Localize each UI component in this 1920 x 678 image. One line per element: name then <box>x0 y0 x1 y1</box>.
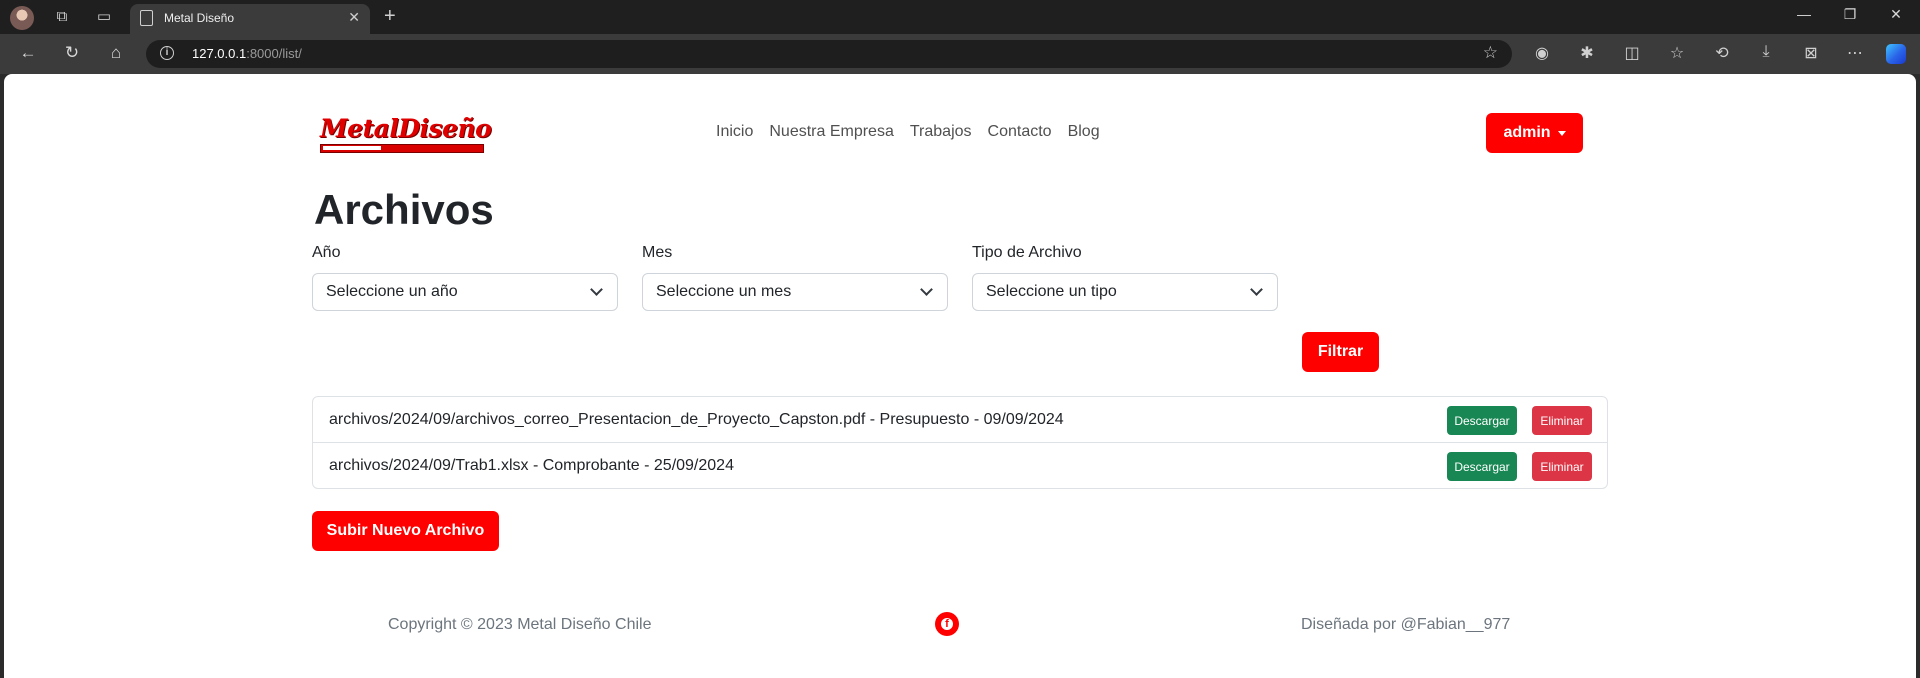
copilot-icon[interactable] <box>1886 44 1906 64</box>
download-button[interactable]: Descargar <box>1447 452 1517 481</box>
extensions-icon[interactable]: ✱ <box>1575 43 1599 63</box>
chevron-down-icon <box>1250 283 1263 296</box>
file-description: archivos/2024/09/archivos_correo_Present… <box>329 411 1064 428</box>
address-bar[interactable]: i 127.0.0.1:8000/list/ ☆ <box>146 40 1512 68</box>
delete-button[interactable]: Eliminar <box>1532 406 1592 435</box>
type-select[interactable]: Seleccione un tipo <box>972 273 1278 311</box>
page-title: Archivos <box>314 186 494 233</box>
profile-avatar[interactable] <box>10 6 34 30</box>
split-screen-icon[interactable]: ◫ <box>1620 43 1644 63</box>
list-item: archivos/2024/09/archivos_correo_Present… <box>313 397 1607 442</box>
favorites-icon[interactable]: ☆ <box>1665 43 1689 63</box>
file-description: archivos/2024/09/Trab1.xlsx - Comprobant… <box>329 457 734 474</box>
home-icon[interactable]: ⌂ <box>104 43 128 63</box>
page-content: MetalDiseño Inicio Nuestra Empresa Traba… <box>4 74 1916 678</box>
logo-wordmark: MetalDiseño <box>320 114 492 143</box>
reload-icon[interactable]: ↻ <box>60 43 84 63</box>
delete-button[interactable]: Eliminar <box>1532 452 1592 481</box>
site-info-icon[interactable]: i <box>160 46 174 60</box>
file-list: archivos/2024/09/archivos_correo_Present… <box>312 396 1608 489</box>
downloads-icon[interactable]: ⤓ <box>1754 43 1778 61</box>
close-tab-icon[interactable]: ✕ <box>348 9 360 26</box>
close-window-icon[interactable]: ✕ <box>1886 6 1906 23</box>
type-label: Tipo de Archivo <box>972 244 1082 261</box>
nav-inicio[interactable]: Inicio <box>708 120 761 144</box>
nav-nuestra-empresa[interactable]: Nuestra Empresa <box>761 120 902 144</box>
footer-copyright: Copyright © 2023 Metal Diseño Chile <box>388 616 652 633</box>
browser-tab[interactable]: Metal Diseño ✕ <box>130 4 370 34</box>
page-icon <box>140 10 153 26</box>
month-label: Mes <box>642 244 673 261</box>
screenshot-icon[interactable]: ⊠ <box>1799 43 1823 63</box>
tab-actions-icon[interactable]: ▭ <box>93 7 115 27</box>
chevron-down-icon <box>590 283 603 296</box>
user-dropdown-button[interactable]: admin <box>1486 113 1583 153</box>
month-select[interactable]: Seleccione un mes <box>642 273 948 311</box>
favorite-star-icon[interactable]: ☆ <box>1483 43 1498 63</box>
caret-down-icon <box>1557 131 1566 136</box>
url-text: 127.0.0.1:8000/list/ <box>192 46 302 61</box>
restore-icon[interactable]: ❐ <box>1840 6 1860 23</box>
year-label: Año <box>312 244 341 261</box>
month-select-value: Seleccione un mes <box>656 283 792 300</box>
tracking-icon[interactable]: ◉ <box>1530 43 1554 63</box>
chevron-down-icon <box>920 283 933 296</box>
new-tab-icon[interactable]: + <box>384 5 396 28</box>
logo-tagline-strip <box>320 144 484 153</box>
nav-trabajos[interactable]: Trabajos <box>902 120 980 144</box>
page-viewport: MetalDiseño Inicio Nuestra Empresa Traba… <box>4 74 1916 678</box>
nav-contacto[interactable]: Contacto <box>980 120 1060 144</box>
workspaces-icon[interactable]: ⧉ <box>51 7 73 27</box>
upload-new-file-button[interactable]: Subir Nuevo Archivo <box>312 511 499 551</box>
history-icon[interactable]: ⟲ <box>1710 43 1734 63</box>
download-button[interactable]: Descargar <box>1447 406 1517 435</box>
filter-button[interactable]: Filtrar <box>1302 332 1379 372</box>
minimize-icon[interactable]: — <box>1794 6 1814 22</box>
site-logo[interactable]: MetalDiseño <box>318 114 492 154</box>
year-select[interactable]: Seleccione un año <box>312 273 618 311</box>
year-select-value: Seleccione un año <box>326 283 458 300</box>
user-dropdown-label: admin <box>1503 124 1551 141</box>
more-options-icon[interactable]: ⋯ <box>1843 43 1867 63</box>
nav-blog[interactable]: Blog <box>1060 120 1108 144</box>
footer-designer: Diseñada por @Fabian__977 <box>1301 616 1511 633</box>
list-item: archivos/2024/09/Trab1.xlsx - Comprobant… <box>313 442 1607 488</box>
browser-tab-bar: ⧉ ▭ Metal Diseño ✕ + — ❐ ✕ <box>0 0 1920 34</box>
tab-title: Metal Diseño <box>164 11 235 25</box>
type-select-value: Seleccione un tipo <box>986 283 1117 300</box>
facebook-icon[interactable]: f <box>935 612 959 636</box>
browser-toolbar: ← ↻ ⌂ i 127.0.0.1:8000/list/ ☆ ◉ ✱ ◫ ☆ ⟲… <box>0 34 1920 74</box>
main-nav: Inicio Nuestra Empresa Trabajos Contacto… <box>708 120 1108 144</box>
back-icon[interactable]: ← <box>16 43 40 63</box>
